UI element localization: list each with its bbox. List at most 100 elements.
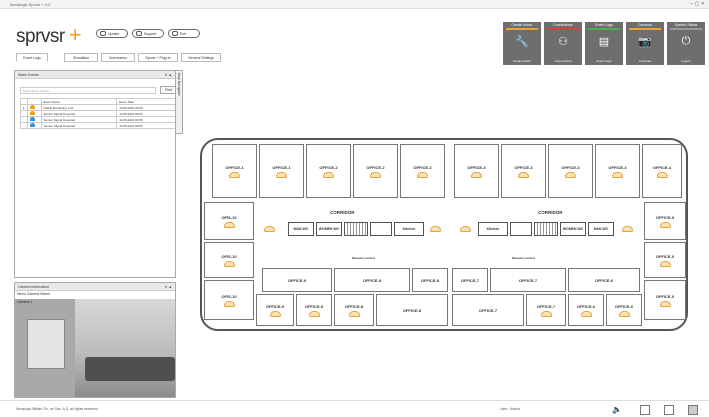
exit-button[interactable]: Exit xyxy=(168,29,200,38)
event-logs-tile[interactable]: Event Logs ▤ Event Logs xyxy=(585,22,623,65)
lamp-icon xyxy=(659,221,671,228)
alarm-search-input[interactable]: Enter text to search... xyxy=(20,87,156,94)
room-office-1b[interactable]: OFFICE-1 xyxy=(259,144,304,198)
split-view-icon[interactable] xyxy=(664,405,674,415)
room-label: OFFICE-8 xyxy=(420,277,440,283)
keyboard-icon[interactable] xyxy=(688,405,698,415)
room-office-6b[interactable]: OFFICE-6 xyxy=(568,294,604,326)
room-label: OFFICE-2 xyxy=(366,164,385,170)
room-ofis-10c[interactable]: OFİS-10 xyxy=(204,280,254,320)
lamp-icon xyxy=(622,226,633,232)
alarm-table: Event Name Event Date ▸ ISSLE Monitoring… xyxy=(20,98,176,129)
create-action-tile[interactable]: Create Action 🔧 Create Action xyxy=(503,22,541,65)
update-button[interactable]: Update xyxy=(96,29,128,38)
room-label: OFFICE-7 xyxy=(478,307,498,313)
room-office-5b[interactable]: OFFICE-5 xyxy=(644,242,686,278)
elevator-left[interactable] xyxy=(370,222,392,236)
connections-tile[interactable]: Connections ⚇ Connections xyxy=(544,22,582,65)
lamp-icon xyxy=(223,221,235,228)
pin-icon[interactable]: ✕ ▲ xyxy=(165,285,172,289)
lamp-icon xyxy=(618,310,630,317)
network-icon: ⚇ xyxy=(558,36,568,48)
elevator-right[interactable] xyxy=(510,222,532,236)
tab-general-settings[interactable]: General Settings xyxy=(181,53,221,62)
room-office-3c[interactable]: OFFICE-3 xyxy=(548,144,593,198)
alarm-panel-header: Alarm Events ✕ ▲ xyxy=(15,71,175,79)
copyright-text: Novalogic Bilişim Tic. ve San. A.Ş. all … xyxy=(16,407,98,411)
room-office-3b[interactable]: OFFICE-3 xyxy=(501,144,546,198)
lamp-icon xyxy=(518,171,529,178)
room-office-7d[interactable]: OFFICE-7 xyxy=(526,294,566,326)
tile-caption: Event Logs xyxy=(596,59,612,63)
room-ofis-10b[interactable]: OFİS-10 xyxy=(204,242,254,278)
tab-plugin[interactable]: Sprvsr + Plug-In xyxy=(138,53,178,62)
pin-icon[interactable]: ✕ ▲ xyxy=(165,73,172,77)
room-office-4b[interactable]: OFFICE-4 xyxy=(642,144,682,198)
man-wc-left[interactable]: MAN WC xyxy=(288,222,314,236)
alarm-panel-title: Alarm Events xyxy=(18,72,39,77)
man-wc-right[interactable]: MAN WC xyxy=(588,222,614,236)
room-office-9a[interactable]: OFFICE-9 xyxy=(262,268,332,292)
lamp-icon xyxy=(223,260,235,267)
cameras-tile[interactable]: Cameras 📷 Cameras xyxy=(626,22,664,65)
room-office-6c[interactable]: OFFICE-6 xyxy=(606,294,642,326)
room-office-9b[interactable]: OFFICE-9 xyxy=(256,294,294,326)
room-office-7a[interactable]: OFFICE-7 xyxy=(452,268,488,292)
tab-simulation[interactable]: Simulation xyxy=(64,53,98,62)
camera-panel-header: Camera Information ✕ ▲ xyxy=(15,283,175,291)
camera-panel: Camera Information ✕ ▲ Menu Camera Selec… xyxy=(14,282,176,398)
room-office-8b[interactable]: OFFICE-8 xyxy=(412,268,448,292)
room-office-8d[interactable]: OFFICE-8 xyxy=(376,294,448,326)
lamp-icon xyxy=(308,310,320,317)
room-office-9c[interactable]: OFFICE-9 xyxy=(296,294,332,326)
table-row[interactable]: Sensor Signal Detected 13.05.2020 09:56 xyxy=(20,122,176,129)
list-icon: ▤ xyxy=(598,36,610,48)
room-label: OFİS-10 xyxy=(221,214,237,220)
support-button[interactable]: Support xyxy=(132,29,164,38)
map-navigator-label: Map Navigator xyxy=(177,73,181,96)
room-office-5a[interactable]: OFFICE-5 xyxy=(644,202,686,240)
wrench-icon: 🔧 xyxy=(515,36,529,48)
room-office-7b[interactable]: OFFICE-7 xyxy=(490,268,566,292)
kitchen-right[interactable]: Kitchen xyxy=(478,222,508,236)
status-bar: Novalogic Bilişim Tic. ve San. A.Ş. all … xyxy=(0,400,709,417)
women-wc-left[interactable]: WOMEN WC xyxy=(316,222,342,236)
room-label: OFİS-10 xyxy=(221,293,237,299)
room-label: OFFICE-4 xyxy=(652,164,672,170)
tile-header: Create Action xyxy=(511,23,533,27)
room-office-2c[interactable]: OFFICE-2 xyxy=(400,144,445,198)
room-office-7c[interactable]: OFFICE-7 xyxy=(452,294,524,326)
speaker-icon[interactable]: 🔈 xyxy=(612,405,622,415)
women-wc-right[interactable]: WOMEN WC xyxy=(560,222,586,236)
room-ofis-10a[interactable]: OFİS-10 xyxy=(204,202,254,240)
app-logo: sprvsr + xyxy=(16,22,82,48)
window-controls[interactable]: – ▢ ✕ xyxy=(691,1,705,7)
map-navigator-tab[interactable]: Map Navigator xyxy=(175,70,183,134)
room-label: OFFICE-6 xyxy=(614,303,634,309)
support-label: Support xyxy=(144,31,157,36)
update-icon xyxy=(100,31,106,36)
elevator-control-left: Elevator control xyxy=(352,256,375,260)
room-office-1a[interactable]: OFFICE-1 xyxy=(212,144,257,198)
lamp-icon xyxy=(580,310,592,317)
kitchen-left[interactable]: Kitchen xyxy=(394,222,424,236)
exit-label: Exit xyxy=(180,31,186,36)
camera-video-feed[interactable]: Camera 1 xyxy=(15,299,175,397)
room-office-2b[interactable]: OFFICE-2 xyxy=(353,144,398,198)
room-office-8c[interactable]: OFFICE-8 xyxy=(334,294,374,326)
logout-tile[interactable]: System Status ⏻ Logout xyxy=(667,22,705,65)
tab-event-logs[interactable]: Event Logs xyxy=(16,53,48,62)
video-window xyxy=(27,319,65,369)
camera-menu-line[interactable]: Menu Camera Select xyxy=(17,292,50,296)
room-office-8a[interactable]: OFFICE-8 xyxy=(334,268,410,292)
room-label: OFFICE-9 xyxy=(287,277,307,283)
room-office-2a[interactable]: OFFICE-2 xyxy=(306,144,351,198)
layout-icon[interactable] xyxy=(640,405,650,415)
tile-header: Event Logs xyxy=(595,23,613,27)
tab-summaries[interactable]: Summaries xyxy=(101,53,135,62)
room-office-3a[interactable]: OFFICE-3 xyxy=(454,144,499,198)
room-office-5c[interactable]: OFFICE-5 xyxy=(644,280,686,320)
room-office-4a[interactable]: OFFICE-4 xyxy=(595,144,640,198)
room-office-6a[interactable]: OFFICE-6 xyxy=(568,268,640,292)
bell-icon xyxy=(29,111,35,115)
